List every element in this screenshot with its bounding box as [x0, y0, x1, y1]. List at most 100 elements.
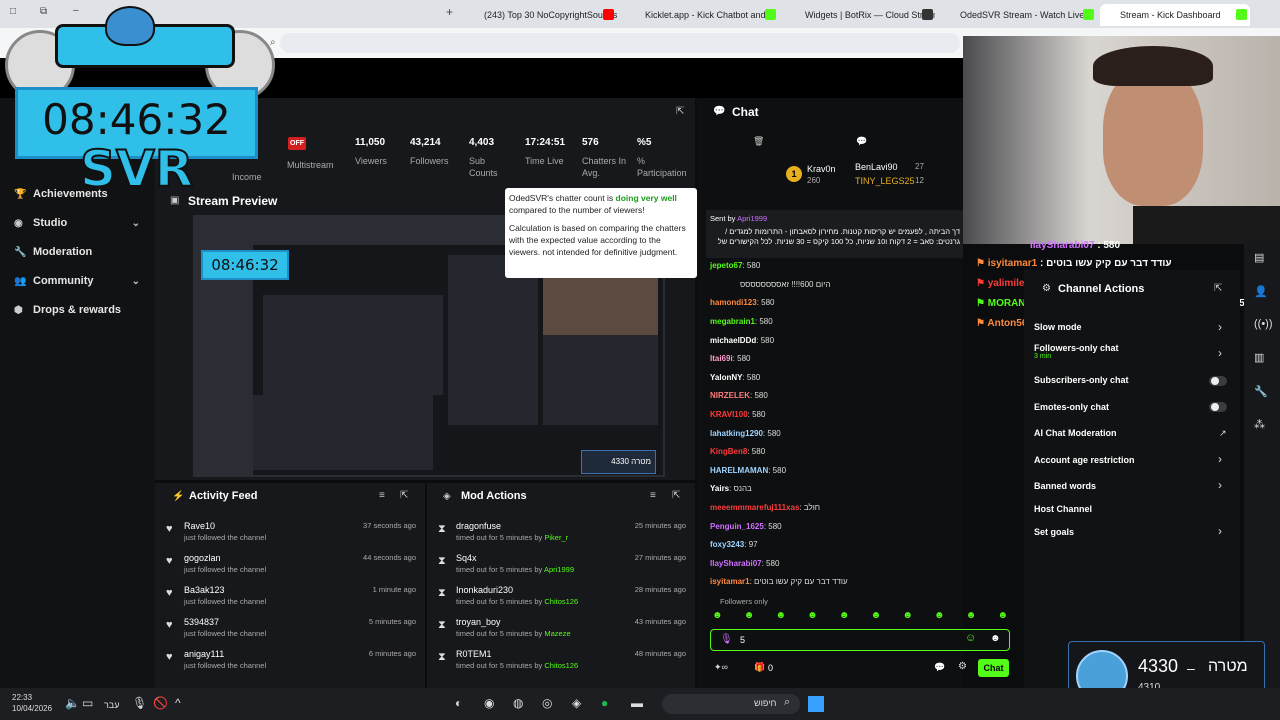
filter-icon[interactable]: ≡	[650, 490, 656, 501]
community-icon[interactable]: ⁂	[1254, 418, 1265, 431]
chevron-right-icon[interactable]: ›	[1218, 452, 1222, 466]
gear-icon[interactable]: ⚙	[958, 661, 967, 672]
mod-row: ⧗ Inonkaduri230 timed out for 5 minutes …	[438, 585, 686, 606]
action-host-channel[interactable]: Host Channel	[1034, 504, 1092, 514]
stat-followers: 43,214 Followers	[410, 137, 449, 166]
mod-row: ⧗ R0TEM1 timed out for 5 minutes by Chit…	[438, 649, 686, 670]
stat-chatters: 576 Chatters In Avg.	[582, 137, 627, 178]
browser-pip-icon[interactable]: ⧉	[40, 6, 47, 17]
users-icon[interactable]: 👤	[1254, 285, 1268, 298]
emote-icon[interactable]: ☻	[839, 610, 850, 624]
action-banned-words[interactable]: Banned words	[1034, 481, 1096, 491]
sidebar-item-drops[interactable]: ⬢ Drops & rewards	[14, 300, 144, 320]
pinned-text: דך הביתה , לפעמים יש קריסות קטנות. מחירו…	[717, 227, 960, 246]
chevron-right-icon[interactable]: ›	[1218, 320, 1222, 334]
drops-icon: ⬢	[14, 304, 23, 316]
emote-bar[interactable]: ☻ ☻ ☻ ☻ ☻ ☻ ☻ ☻ ☻ ☻	[712, 610, 1008, 624]
taskbar-search-placeholder: חיפוש	[754, 698, 777, 708]
expand-icon[interactable]: ⇱	[400, 490, 408, 501]
network-icon[interactable]: ▭	[82, 696, 93, 710]
filter-icon[interactable]: ≡	[379, 490, 385, 501]
action-ai-moderation[interactable]: AI Chat Moderation	[1034, 428, 1117, 438]
action-followers-only[interactable]: Followers-only chat 3 min	[1034, 343, 1119, 360]
chat-message: lahatking1290: 580	[710, 429, 781, 438]
emote-icon[interactable]: ☻	[934, 610, 945, 624]
emote-icon[interactable]: ☻	[966, 610, 977, 624]
mic-icon[interactable]: 🎙	[132, 696, 147, 710]
wrench-icon[interactable]: 🔧	[1254, 385, 1268, 398]
taskbar-search[interactable]	[662, 694, 800, 714]
hourglass-icon: ⧗	[438, 555, 446, 567]
chat-message: Yairs: בהנס	[710, 484, 752, 493]
mic-icon[interactable]: 🎙	[720, 634, 733, 645]
sidebar-item-community[interactable]: 👥 Community ⌄	[14, 271, 144, 291]
list-icon[interactable]: ▥	[1254, 351, 1264, 364]
stat-time-live: 17:24:51 Time Live	[525, 137, 566, 166]
subscribers-only-toggle[interactable]	[1209, 376, 1227, 386]
windows-start-icon[interactable]	[808, 696, 824, 712]
heart-icon: ♥	[166, 555, 173, 567]
followers-only-label: Followers only	[720, 597, 768, 606]
external-link-icon[interactable]: ↗	[1219, 428, 1227, 439]
activity-row: ♥ anigay111 just followed the channel 6 …	[166, 649, 416, 670]
expand-icon[interactable]: ⇱	[1214, 283, 1222, 294]
tab-kick-dashboard[interactable]: Stream - Kick Dashboard	[1100, 4, 1250, 26]
points-icon[interactable]: ✦∞	[714, 662, 728, 673]
stat-subs: 4,403 Sub Counts	[469, 137, 498, 178]
record-icon[interactable]: ◈	[572, 696, 581, 710]
emotes-only-toggle[interactable]	[1209, 402, 1227, 412]
emote-icon[interactable]: ☻	[712, 610, 723, 624]
emote-icon[interactable]: ☻	[775, 610, 786, 624]
chevron-right-icon[interactable]: ›	[1218, 524, 1222, 538]
smile-icon[interactable]: ☻	[990, 633, 1001, 644]
activity-feed-title: Activity Feed	[189, 490, 258, 502]
chat-bubble-icon[interactable]: 💬	[934, 662, 945, 673]
taskbar-clock[interactable]: 22:33 10/04/2026	[12, 692, 52, 714]
chat-send-button[interactable]: Chat	[978, 659, 1009, 677]
emote-icon[interactable]: ☻	[997, 610, 1008, 624]
notes-icon[interactable]: ▤	[1254, 251, 1264, 264]
action-set-goals[interactable]: Set goals	[1034, 527, 1074, 537]
bolt-icon: ⚡	[172, 491, 185, 502]
expand-icon[interactable]: ⇱	[676, 106, 684, 117]
sidebar-item-studio[interactable]: ◉ Studio ⌄	[14, 213, 144, 233]
tab-youtube[interactable]: (243) Top 30 NoCopyrightSounds	[466, 4, 626, 26]
trash-icon[interactable]: 🗑	[753, 136, 764, 147]
webcam-feed	[963, 36, 1280, 244]
new-tab-icon[interactable]: +	[446, 5, 453, 19]
action-account-age[interactable]: Account age restriction	[1034, 455, 1135, 465]
tab-kicklet[interactable]: Kicklet.app - Kick Chatbot and	[625, 4, 785, 26]
emote-icon[interactable]: ☻	[807, 610, 818, 624]
sidebar-item-moderation[interactable]: 🔧 Moderation	[14, 242, 144, 262]
emote-icon[interactable]: ☻	[871, 610, 882, 624]
chevron-right-icon[interactable]: ›	[1218, 478, 1222, 492]
file-explorer-icon[interactable]: ▬	[631, 696, 643, 710]
emoji-picker-icon[interactable]: ☺	[965, 632, 976, 644]
obs-icon[interactable]: ◍	[513, 696, 523, 710]
discord-icon[interactable]: ◐	[455, 696, 462, 710]
chevron-up-icon[interactable]: ^	[175, 696, 181, 710]
minimize-icon[interactable]: –	[73, 5, 79, 16]
status-badge: OFF	[288, 137, 306, 150]
volume-icon[interactable]: 🔈	[65, 696, 80, 710]
tab-botrix[interactable]: Widgets | BotRix — Cloud Stream	[785, 4, 935, 26]
chevron-right-icon[interactable]: ›	[1218, 346, 1222, 360]
overlay-clock: 08:46:32	[42, 95, 231, 144]
address-input[interactable]	[280, 33, 960, 53]
action-slow-mode[interactable]: Slow mode	[1034, 322, 1082, 332]
browser-menu-icon[interactable]: □	[10, 6, 16, 17]
language-indicator[interactable]: עבר	[104, 700, 119, 710]
gift-icon[interactable]: 🎁	[754, 662, 765, 673]
chatters-tooltip: OdedSVR's chatter count is doing very we…	[505, 188, 697, 278]
chat-settings-icon[interactable]: 💬	[856, 136, 867, 147]
app-icon[interactable]: ◉	[484, 696, 494, 710]
chat-input-value: 5	[740, 635, 746, 645]
emote-icon[interactable]: ☻	[902, 610, 913, 624]
broadcast-icon[interactable]: ((•))	[1254, 318, 1273, 330]
emote-icon[interactable]: ☻	[744, 610, 755, 624]
chrome-icon[interactable]: ◎	[542, 696, 552, 710]
spotify-icon[interactable]: ●	[601, 696, 608, 710]
tab-odedsvr-live[interactable]: OdedSVR Stream - Watch Live	[940, 4, 1100, 26]
expand-icon[interactable]: ⇱	[672, 490, 680, 501]
mute-icon[interactable]: 🚫	[153, 696, 168, 710]
